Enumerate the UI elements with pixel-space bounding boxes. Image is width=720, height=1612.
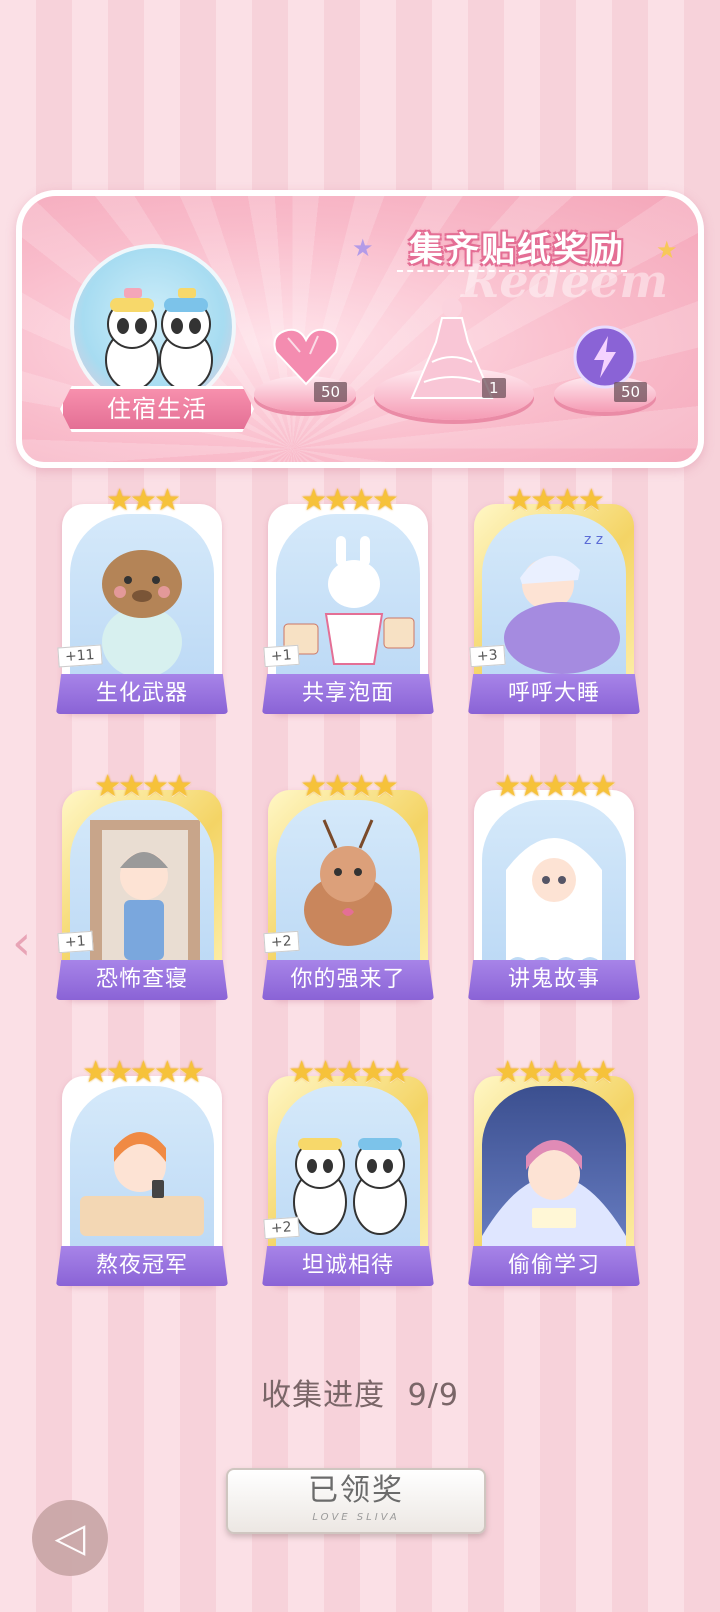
sticker-card[interactable]: ★★★★★ 讲鬼故事: [468, 769, 640, 1002]
sticker-card[interactable]: z z ★★★★ +3 呼呼大睡: [468, 483, 640, 716]
sticker-name: 偷偷学习: [468, 1246, 640, 1286]
boy-reading-blanket-icon: [482, 1086, 626, 1256]
back-button[interactable]: ◁: [32, 1500, 108, 1576]
sticker-card[interactable]: ★★★★★ +2 坦诚相待: [262, 1055, 434, 1288]
collection-progress: 收集进度 9/9: [0, 1370, 720, 1414]
duplicate-count-badge: +1: [57, 930, 94, 954]
sticker-name: 你的强来了: [262, 960, 434, 1000]
reward-count: 1: [482, 378, 506, 398]
star-rating: ★★★★★: [494, 769, 616, 804]
sticker-name: 生化武器: [56, 674, 228, 714]
sticker-card[interactable]: ★★★★ +2 你的强来了: [262, 769, 434, 1002]
star-rating: ★★★★: [300, 483, 399, 518]
sticker-name: 讲鬼故事: [468, 960, 640, 1000]
theme-emblem-pandas: [70, 244, 236, 410]
chevron-left-icon[interactable]: ‹: [12, 915, 31, 971]
reward-count: 50: [614, 382, 648, 402]
title-star-icon: ★: [656, 236, 678, 264]
duplicate-count-badge: +2: [263, 1216, 300, 1240]
progress-label: 收集进度: [261, 1378, 386, 1413]
collection-reward-banner: Redeem ★ 集齐贴纸奖励 ★ 住宿生活 50 1 50: [16, 190, 704, 468]
progress-value: 9/9: [407, 1378, 459, 1413]
reward-count: 50: [314, 382, 348, 402]
sticker-name: 熬夜冠军: [56, 1246, 228, 1286]
svg-text:z z: z z: [584, 532, 603, 548]
title-underline: [397, 270, 627, 272]
back-arrow-icon: ◁: [54, 1515, 86, 1561]
star-rating: ★★★★★: [494, 1055, 616, 1090]
star-rating: ★★★: [106, 483, 181, 518]
sticker-name: 呼呼大睡: [468, 674, 640, 714]
ghost-blanket-icon: [482, 800, 626, 970]
sticker-card[interactable]: ★★★★ +1 共享泡面: [262, 483, 434, 716]
sticker-card[interactable]: ★★★★★ 偷偷学习: [468, 1055, 640, 1288]
duplicate-count-badge: +3: [469, 644, 506, 668]
claimed-button[interactable]: 已领奖 LOVE SLIVA: [226, 1468, 486, 1534]
sticker-name: 坦诚相待: [262, 1246, 434, 1286]
claimed-button-label: 已领奖: [308, 1473, 404, 1508]
claimed-button-sublabel: LOVE SLIVA: [312, 1512, 400, 1523]
duplicate-count-badge: +1: [263, 644, 300, 668]
duplicate-count-badge: +11: [57, 644, 103, 668]
pink-diamond-heart-icon[interactable]: [270, 324, 342, 388]
boy-phone-bed-icon: [70, 1086, 214, 1256]
sticker-card[interactable]: ★★★ +11 生化武器: [56, 483, 228, 716]
pandas-shower-icon: [105, 288, 213, 391]
title-star-icon: ★: [352, 234, 374, 262]
star-rating: ★★★★★: [288, 1055, 410, 1090]
star-rating: ★★★★★: [82, 1055, 204, 1090]
sticker-name: 共享泡面: [262, 674, 434, 714]
theme-label: 住宿生活: [60, 386, 254, 432]
banner-title: 集齐贴纸奖励: [409, 230, 625, 270]
duplicate-count-badge: +2: [263, 930, 300, 954]
star-rating: ★★★★: [300, 769, 399, 804]
sticker-card[interactable]: ★★★★ +1 恐怖查寝: [56, 769, 228, 1002]
star-rating: ★★★★: [506, 483, 605, 518]
star-rating: ★★★★: [94, 769, 193, 804]
sticker-name: 恐怖查寝: [56, 960, 228, 1000]
sticker-card[interactable]: ★★★★★ 熬夜冠军: [56, 1055, 228, 1288]
